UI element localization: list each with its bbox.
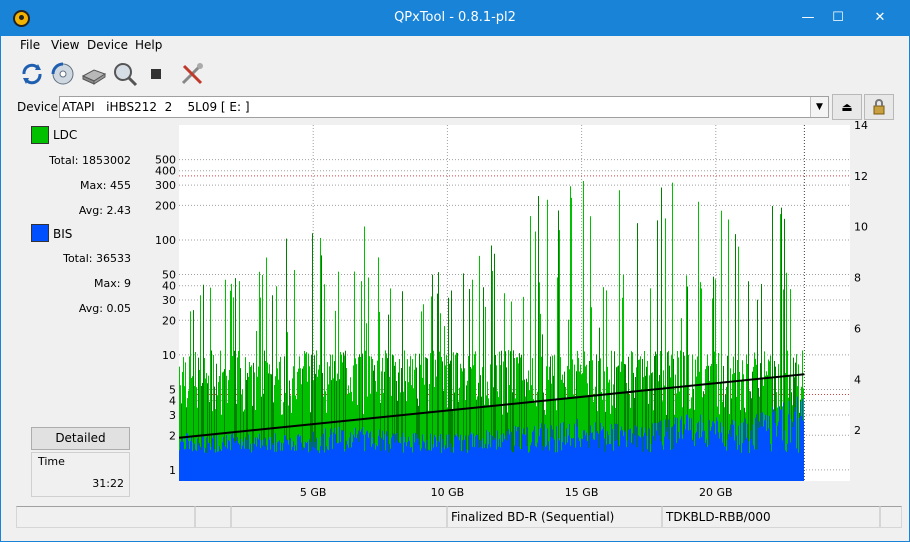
x-tick-label: 5 GB (300, 486, 327, 499)
ldc-legend-label: LDC (53, 128, 78, 142)
y-left-tick-label: 3 (169, 409, 176, 422)
menu-help[interactable]: Help (135, 38, 162, 52)
time-value: 31:22 (92, 477, 124, 490)
x-tick-label: 10 GB (431, 486, 465, 499)
maximize-button[interactable]: ☐ (823, 7, 853, 31)
y-left-tick-label: 2 (169, 429, 176, 442)
bis-total: Total: 36533 (63, 252, 131, 265)
device-value: ATAPI iHBS212 2 5L09 [ E: ] (62, 100, 250, 114)
menu-bar: File View Device Help (2, 36, 908, 56)
bis-legend-label: BIS (53, 227, 73, 241)
device-bar: Device: ATAPI iHBS212 2 5L09 [ E: ] ▼ ⏏ (2, 93, 908, 121)
x-tick-label: 15 GB (565, 486, 599, 499)
ldc-legend-swatch[interactable] (31, 126, 49, 144)
status-cell-3 (231, 506, 447, 528)
chevron-down-icon[interactable]: ▼ (810, 97, 828, 117)
chart-plot-area (179, 125, 850, 481)
title-bar[interactable]: QPxTool - 0.8.1-pl2 — ☐ ✕ (1, 1, 909, 36)
bis-avg-value: 0.05 (106, 302, 132, 315)
bis-total-value: 36533 (96, 252, 131, 265)
disc-scan-icon[interactable] (49, 60, 77, 88)
app-window: QPxTool - 0.8.1-pl2 — ☐ ✕ File View Devi… (0, 0, 910, 542)
ldc-total-value: 1853002 (82, 154, 131, 167)
y-right-tick-label: 12 (854, 170, 868, 183)
menu-device[interactable]: Device (87, 38, 128, 52)
device-select[interactable]: ATAPI iHBS212 2 5L09 [ E: ] ▼ (59, 96, 829, 118)
y-left-tick-label: 5 (169, 384, 176, 397)
y-right-tick-label: 8 (854, 272, 861, 285)
status-bar: Finalized BD-R (Sequential) TDKBLD-RBB/0… (2, 506, 908, 529)
minimize-button[interactable]: — (793, 7, 823, 31)
y-right-tick-label: 6 (854, 322, 861, 335)
bis-max: Max: 9 (94, 277, 131, 290)
y-left-tick-label: 300 (155, 179, 176, 192)
y-left-tick-label: 200 (155, 199, 176, 212)
bis-avg: Avg: 0.05 (78, 302, 132, 315)
menu-file[interactable]: File (20, 38, 40, 52)
detailed-button[interactable]: Detailed (31, 427, 130, 450)
status-cell-1 (16, 506, 195, 528)
ldc-total: Total: 1853002 (49, 154, 131, 167)
tools-icon[interactable] (178, 60, 206, 88)
y-left-tick-label: 1 (169, 464, 176, 477)
y-left-tick-label: 40 (162, 280, 176, 293)
ldc-avg: Avg: 2.43 (78, 204, 132, 217)
status-media: Finalized BD-R (Sequential) (447, 506, 662, 528)
lock-button[interactable] (864, 94, 894, 120)
x-tick-label: 20 GB (699, 486, 733, 499)
y-right-tick-label: 2 (854, 424, 861, 437)
ldc-avg-value: 2.43 (106, 204, 132, 217)
y-left-tick-label: 400 (155, 165, 176, 178)
bis-legend-swatch[interactable] (31, 224, 49, 242)
y-right-tick-label: 10 (854, 221, 868, 234)
ldc-max: Max: 455 (80, 179, 131, 192)
time-label: Time (38, 455, 65, 468)
y-left-tick-label: 100 (155, 234, 176, 247)
lock-icon (873, 99, 885, 115)
device-label: Device: (17, 100, 63, 114)
y-left-tick-label: 20 (162, 314, 176, 327)
status-cell-2 (195, 506, 231, 528)
magnify-disc-icon[interactable] (111, 60, 139, 88)
close-button[interactable]: ✕ (865, 7, 895, 31)
y-left-tick-label: 4 (169, 395, 176, 408)
eject-button[interactable]: ⏏ (832, 94, 862, 120)
bis-max-value: 9 (124, 277, 131, 290)
status-grip (880, 506, 902, 528)
y-left-tick-label: 10 (162, 349, 176, 362)
eject-icon: ⏏ (841, 100, 853, 114)
y-left-tick-label: 30 (162, 294, 176, 307)
ldc-max-value: 455 (110, 179, 131, 192)
speed-line (178, 373, 805, 439)
time-panel: Time 31:22 (31, 452, 130, 497)
drive-icon[interactable] (80, 60, 108, 88)
y-left-tick-label: 50 (162, 269, 176, 282)
menu-view[interactable]: View (51, 38, 79, 52)
y-left-tick-label: 500 (155, 154, 176, 167)
toolbar (2, 57, 908, 91)
refresh-icon[interactable] (18, 60, 46, 88)
window-title: QPxTool - 0.8.1-pl2 (394, 10, 516, 25)
y-right-tick-label: 4 (854, 373, 861, 386)
status-media-id: TDKBLD-RBB/000 (662, 506, 880, 528)
stop-icon[interactable] (142, 60, 170, 88)
